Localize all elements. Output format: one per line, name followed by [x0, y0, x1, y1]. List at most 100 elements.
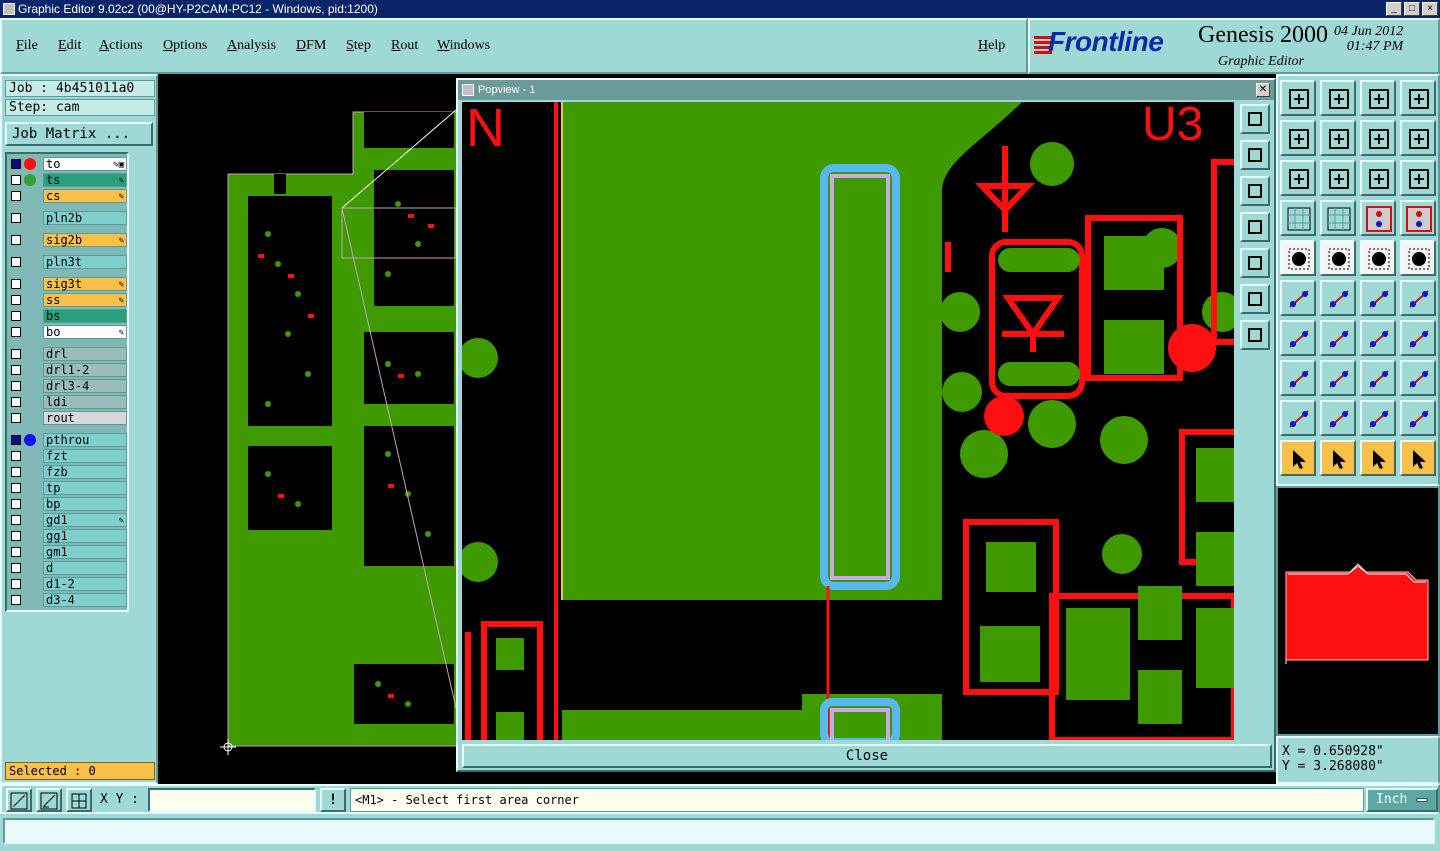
- redraw-button[interactable]: [1400, 120, 1436, 156]
- popview-pan-right-button[interactable]: [1240, 248, 1270, 278]
- layer-name[interactable]: gd1 ✎: [43, 513, 127, 527]
- pointer-path-button[interactable]: [1400, 440, 1436, 476]
- add-pad-button[interactable]: [1400, 280, 1436, 316]
- grid-button[interactable]: [66, 788, 92, 812]
- layer-name[interactable]: bs: [43, 309, 127, 323]
- pan-left-button[interactable]: [1280, 120, 1316, 156]
- layer-row-sig3t[interactable]: sig3t ✎: [7, 276, 127, 292]
- step-out-button[interactable]: [1320, 80, 1356, 116]
- layer-compare-button[interactable]: [1360, 200, 1396, 236]
- layer-name[interactable]: fzb: [43, 465, 127, 479]
- layer-row-bs[interactable]: bs: [7, 308, 127, 324]
- layer-name[interactable]: pthrou: [43, 433, 127, 447]
- layer-checkbox[interactable]: [11, 579, 21, 589]
- layer-name[interactable]: pln2b: [43, 211, 127, 225]
- menu-analysis[interactable]: Analysis: [227, 38, 276, 54]
- pointer-box-button[interactable]: [1320, 440, 1356, 476]
- layer-row-rout[interactable]: rout: [7, 410, 127, 426]
- minimize-button[interactable]: _: [1386, 2, 1402, 16]
- ruler-button[interactable]: [1360, 240, 1396, 276]
- layer-name[interactable]: to ✎▣: [43, 157, 127, 171]
- center-button[interactable]: [1320, 160, 1356, 196]
- menu-windows[interactable]: Windows: [437, 38, 490, 54]
- menu-edit[interactable]: Edit: [58, 38, 81, 54]
- measure-button[interactable]: [1280, 200, 1316, 236]
- popview-close-button[interactable]: Close: [462, 744, 1272, 768]
- layer-row-drl3-4[interactable]: drl3-4: [7, 378, 127, 394]
- layer-name[interactable]: d1-2: [43, 577, 127, 591]
- menu-actions[interactable]: Actions: [99, 38, 143, 54]
- step-in-button[interactable]: [1280, 80, 1316, 116]
- layer-row-sig2b[interactable]: sig2b ✎: [7, 232, 127, 248]
- layer-checkbox[interactable]: [11, 327, 21, 337]
- pointer-button[interactable]: [1280, 440, 1316, 476]
- close-button[interactable]: ×: [1422, 2, 1438, 16]
- layer-row-gm1[interactable]: gm1: [7, 544, 127, 560]
- layer-name[interactable]: sig3t ✎: [43, 277, 127, 291]
- job-matrix-button[interactable]: Job Matrix ...: [5, 122, 153, 146]
- layer-name[interactable]: gg1: [43, 529, 127, 543]
- layer-checkbox[interactable]: [11, 365, 21, 375]
- popview-fit-button[interactable]: [1240, 284, 1270, 314]
- slash-button[interactable]: [1320, 320, 1356, 356]
- home-button[interactable]: [1360, 80, 1396, 116]
- layer-checkbox[interactable]: [11, 235, 21, 245]
- layer-name[interactable]: d3-4: [43, 593, 127, 607]
- layer-row-bp[interactable]: bp: [7, 496, 127, 512]
- layer-checkbox[interactable]: [11, 595, 21, 605]
- select-button[interactable]: [1280, 240, 1316, 276]
- layer-row-gg1[interactable]: gg1: [7, 528, 127, 544]
- popview-close-icon[interactable]: ✕: [1256, 83, 1270, 97]
- zoom-area-button[interactable]: [6, 788, 32, 812]
- layer-name[interactable]: rout: [43, 411, 127, 425]
- menu-options[interactable]: Options: [163, 38, 207, 54]
- popview-canvas[interactable]: N U3: [462, 102, 1234, 740]
- layer-row-bo[interactable]: bo ✎: [7, 324, 127, 340]
- layer-checkbox[interactable]: [11, 257, 21, 267]
- popview-title-bar[interactable]: Popview - 1 ✕: [458, 80, 1274, 100]
- rotate-button[interactable]: [1360, 320, 1396, 356]
- layer-row-ldi[interactable]: ldi: [7, 394, 127, 410]
- layer-name[interactable]: d: [43, 561, 127, 575]
- layer-checkbox[interactable]: [11, 563, 21, 573]
- menu-file[interactable]: File: [16, 38, 38, 54]
- help-button[interactable]: [1400, 160, 1436, 196]
- layer-name[interactable]: bp: [43, 497, 127, 511]
- triangle-a-button[interactable]: [1320, 400, 1356, 436]
- layer-row-tp[interactable]: tp: [7, 480, 127, 496]
- layer-checkbox[interactable]: [11, 547, 21, 557]
- layer-checkbox[interactable]: [11, 381, 21, 391]
- maximize-button[interactable]: □: [1404, 2, 1420, 16]
- layer-checkbox[interactable]: [11, 397, 21, 407]
- layer-name[interactable]: pln3t: [43, 255, 127, 269]
- layer-name[interactable]: drl1-2: [43, 363, 127, 377]
- triangle-c-button[interactable]: [1400, 400, 1436, 436]
- layer-checkbox[interactable]: [11, 531, 21, 541]
- zoom-fit-button[interactable]: [1280, 160, 1316, 196]
- units-select[interactable]: Inch: [1366, 788, 1438, 812]
- cross-button[interactable]: [1320, 280, 1356, 316]
- menu-help[interactable]: Help: [978, 38, 1005, 54]
- layer-row-ss[interactable]: ss ✎: [7, 292, 127, 308]
- popview-center-button[interactable]: [1240, 320, 1270, 350]
- draw-line-button[interactable]: [1360, 280, 1396, 316]
- xy-input[interactable]: [148, 788, 316, 812]
- minus-button[interactable]: [1320, 360, 1356, 396]
- snap-button[interactable]: [1400, 240, 1436, 276]
- app-icon[interactable]: [3, 3, 15, 15]
- layer-checkbox[interactable]: [11, 279, 21, 289]
- pad-select-button[interactable]: [1280, 360, 1316, 396]
- layer-row-d1-2[interactable]: d1-2: [7, 576, 127, 592]
- popview-zoom-out-button[interactable]: [1240, 140, 1270, 170]
- connect-button[interactable]: [1280, 280, 1316, 316]
- triangle-button[interactable]: [1280, 400, 1316, 436]
- layer-row-gd1[interactable]: gd1 ✎: [7, 512, 127, 528]
- layer-checkbox[interactable]: [11, 159, 21, 169]
- layer-name[interactable]: ss ✎: [43, 293, 127, 307]
- layer-checkbox[interactable]: [11, 467, 21, 477]
- layer-checkbox[interactable]: [11, 483, 21, 493]
- layer-row-pln3t[interactable]: pln3t: [7, 254, 127, 270]
- menu-rout[interactable]: Rout: [391, 38, 418, 54]
- layer-checkbox[interactable]: [11, 349, 21, 359]
- layer-name[interactable]: sig2b ✎: [43, 233, 127, 247]
